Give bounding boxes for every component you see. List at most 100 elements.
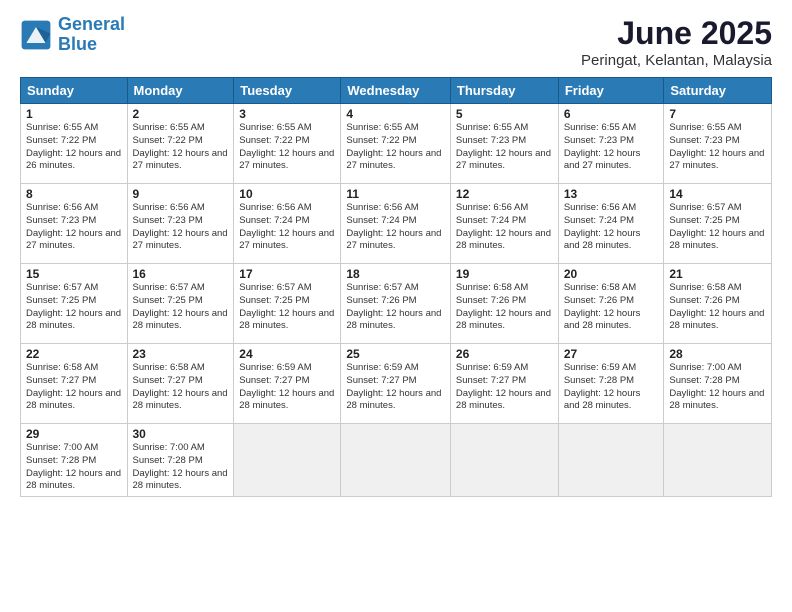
day-number: 30 [133, 427, 229, 441]
cell-info: Sunrise: 6:56 AMSunset: 7:24 PMDaylight:… [239, 202, 335, 253]
day-number: 1 [26, 107, 122, 121]
cell-info: Sunrise: 6:56 AMSunset: 7:24 PMDaylight:… [456, 202, 553, 253]
calendar-week-row: 22Sunrise: 6:58 AMSunset: 7:27 PMDayligh… [21, 344, 772, 424]
cell-info: Sunrise: 6:58 AMSunset: 7:26 PMDaylight:… [456, 282, 553, 333]
cell-info: Sunrise: 6:56 AMSunset: 7:23 PMDaylight:… [26, 202, 122, 253]
cell-info: Sunrise: 6:56 AMSunset: 7:24 PMDaylight:… [346, 202, 445, 253]
calendar-cell: 5Sunrise: 6:55 AMSunset: 7:23 PMDaylight… [450, 104, 558, 184]
logo-line2: Blue [58, 34, 97, 54]
day-number: 14 [669, 187, 766, 201]
calendar-cell: 29Sunrise: 7:00 AMSunset: 7:28 PMDayligh… [21, 424, 128, 497]
day-number: 11 [346, 187, 445, 201]
day-number: 10 [239, 187, 335, 201]
calendar-cell: 25Sunrise: 6:59 AMSunset: 7:27 PMDayligh… [341, 344, 451, 424]
day-number: 3 [239, 107, 335, 121]
logo: General Blue [20, 15, 125, 55]
day-number: 27 [564, 347, 659, 361]
title-block: June 2025 Peringat, Kelantan, Malaysia [581, 15, 772, 69]
calendar-week-row: 29Sunrise: 7:00 AMSunset: 7:28 PMDayligh… [21, 424, 772, 497]
calendar-week-row: 15Sunrise: 6:57 AMSunset: 7:25 PMDayligh… [21, 264, 772, 344]
cell-info: Sunrise: 6:57 AMSunset: 7:25 PMDaylight:… [133, 282, 229, 333]
calendar-cell: 10Sunrise: 6:56 AMSunset: 7:24 PMDayligh… [234, 184, 341, 264]
day-number: 26 [456, 347, 553, 361]
location: Peringat, Kelantan, Malaysia [581, 52, 772, 69]
cell-info: Sunrise: 6:59 AMSunset: 7:27 PMDaylight:… [346, 362, 445, 413]
calendar-cell: 6Sunrise: 6:55 AMSunset: 7:23 PMDaylight… [558, 104, 664, 184]
cell-info: Sunrise: 6:59 AMSunset: 7:28 PMDaylight:… [564, 362, 659, 413]
header-monday: Monday [127, 78, 234, 104]
logo-icon [20, 19, 52, 51]
cell-info: Sunrise: 6:57 AMSunset: 7:26 PMDaylight:… [346, 282, 445, 333]
cell-info: Sunrise: 7:00 AMSunset: 7:28 PMDaylight:… [26, 442, 122, 493]
calendar-cell: 2Sunrise: 6:55 AMSunset: 7:22 PMDaylight… [127, 104, 234, 184]
calendar-cell: 30Sunrise: 7:00 AMSunset: 7:28 PMDayligh… [127, 424, 234, 497]
calendar-cell: 22Sunrise: 6:58 AMSunset: 7:27 PMDayligh… [21, 344, 128, 424]
header-friday: Friday [558, 78, 664, 104]
calendar-cell: 20Sunrise: 6:58 AMSunset: 7:26 PMDayligh… [558, 264, 664, 344]
day-number: 6 [564, 107, 659, 121]
calendar-cell [341, 424, 451, 497]
calendar-week-row: 8Sunrise: 6:56 AMSunset: 7:23 PMDaylight… [21, 184, 772, 264]
calendar-cell: 3Sunrise: 6:55 AMSunset: 7:22 PMDaylight… [234, 104, 341, 184]
calendar-cell: 8Sunrise: 6:56 AMSunset: 7:23 PMDaylight… [21, 184, 128, 264]
calendar-cell: 18Sunrise: 6:57 AMSunset: 7:26 PMDayligh… [341, 264, 451, 344]
calendar-cell: 15Sunrise: 6:57 AMSunset: 7:25 PMDayligh… [21, 264, 128, 344]
day-number: 2 [133, 107, 229, 121]
header-saturday: Saturday [664, 78, 772, 104]
day-number: 8 [26, 187, 122, 201]
cell-info: Sunrise: 6:55 AMSunset: 7:22 PMDaylight:… [133, 122, 229, 173]
day-number: 15 [26, 267, 122, 281]
calendar-cell: 4Sunrise: 6:55 AMSunset: 7:22 PMDaylight… [341, 104, 451, 184]
calendar-cell: 23Sunrise: 6:58 AMSunset: 7:27 PMDayligh… [127, 344, 234, 424]
day-number: 29 [26, 427, 122, 441]
day-number: 16 [133, 267, 229, 281]
cell-info: Sunrise: 6:55 AMSunset: 7:23 PMDaylight:… [564, 122, 659, 173]
calendar-week-row: 1Sunrise: 6:55 AMSunset: 7:22 PMDaylight… [21, 104, 772, 184]
day-number: 13 [564, 187, 659, 201]
calendar-cell: 24Sunrise: 6:59 AMSunset: 7:27 PMDayligh… [234, 344, 341, 424]
calendar-cell: 17Sunrise: 6:57 AMSunset: 7:25 PMDayligh… [234, 264, 341, 344]
cell-info: Sunrise: 6:58 AMSunset: 7:27 PMDaylight:… [26, 362, 122, 413]
day-number: 12 [456, 187, 553, 201]
day-number: 4 [346, 107, 445, 121]
day-number: 25 [346, 347, 445, 361]
header-sunday: Sunday [21, 78, 128, 104]
calendar-cell: 1Sunrise: 6:55 AMSunset: 7:22 PMDaylight… [21, 104, 128, 184]
calendar-cell: 14Sunrise: 6:57 AMSunset: 7:25 PMDayligh… [664, 184, 772, 264]
cell-info: Sunrise: 6:55 AMSunset: 7:23 PMDaylight:… [669, 122, 766, 173]
calendar-cell [664, 424, 772, 497]
day-number: 5 [456, 107, 553, 121]
cell-info: Sunrise: 6:57 AMSunset: 7:25 PMDaylight:… [26, 282, 122, 333]
calendar: Sunday Monday Tuesday Wednesday Thursday… [20, 77, 772, 497]
cell-info: Sunrise: 6:58 AMSunset: 7:26 PMDaylight:… [669, 282, 766, 333]
logo-line1: General [58, 14, 125, 34]
header-wednesday: Wednesday [341, 78, 451, 104]
calendar-cell: 11Sunrise: 6:56 AMSunset: 7:24 PMDayligh… [341, 184, 451, 264]
calendar-cell: 28Sunrise: 7:00 AMSunset: 7:28 PMDayligh… [664, 344, 772, 424]
calendar-cell [558, 424, 664, 497]
cell-info: Sunrise: 6:59 AMSunset: 7:27 PMDaylight:… [239, 362, 335, 413]
day-number: 18 [346, 267, 445, 281]
header: General Blue June 2025 Peringat, Kelanta… [20, 15, 772, 69]
cell-info: Sunrise: 6:56 AMSunset: 7:23 PMDaylight:… [133, 202, 229, 253]
day-number: 7 [669, 107, 766, 121]
calendar-cell: 27Sunrise: 6:59 AMSunset: 7:28 PMDayligh… [558, 344, 664, 424]
calendar-cell: 21Sunrise: 6:58 AMSunset: 7:26 PMDayligh… [664, 264, 772, 344]
calendar-cell: 9Sunrise: 6:56 AMSunset: 7:23 PMDaylight… [127, 184, 234, 264]
month-title: June 2025 [581, 15, 772, 52]
cell-info: Sunrise: 6:55 AMSunset: 7:22 PMDaylight:… [26, 122, 122, 173]
day-number: 9 [133, 187, 229, 201]
header-thursday: Thursday [450, 78, 558, 104]
day-number: 24 [239, 347, 335, 361]
cell-info: Sunrise: 6:57 AMSunset: 7:25 PMDaylight:… [239, 282, 335, 333]
day-number: 28 [669, 347, 766, 361]
cell-info: Sunrise: 7:00 AMSunset: 7:28 PMDaylight:… [133, 442, 229, 493]
day-number: 20 [564, 267, 659, 281]
page: General Blue June 2025 Peringat, Kelanta… [0, 0, 792, 612]
calendar-cell [234, 424, 341, 497]
calendar-cell: 19Sunrise: 6:58 AMSunset: 7:26 PMDayligh… [450, 264, 558, 344]
header-tuesday: Tuesday [234, 78, 341, 104]
day-number: 19 [456, 267, 553, 281]
cell-info: Sunrise: 6:59 AMSunset: 7:27 PMDaylight:… [456, 362, 553, 413]
calendar-cell: 12Sunrise: 6:56 AMSunset: 7:24 PMDayligh… [450, 184, 558, 264]
